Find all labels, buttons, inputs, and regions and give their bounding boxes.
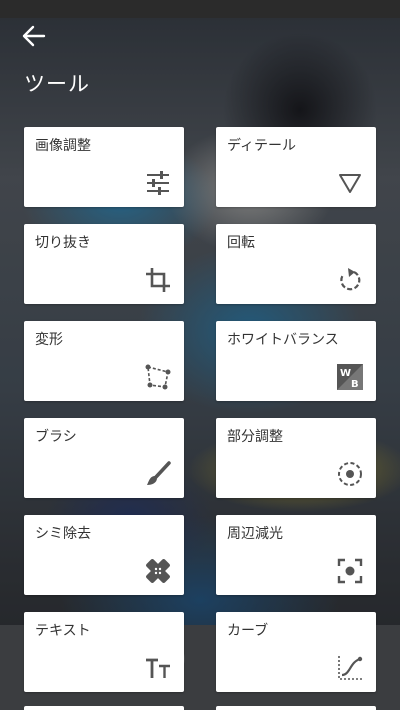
arrow-left-icon (22, 25, 46, 47)
brush-icon (144, 460, 172, 488)
tool-label: テキスト (35, 623, 91, 639)
tool-label: 画像調整 (35, 138, 91, 154)
back-button[interactable] (20, 22, 50, 50)
svg-text:W: W (340, 368, 351, 379)
tool-label: 回転 (227, 235, 255, 251)
curves-icon (336, 654, 364, 682)
rotate-icon (336, 266, 364, 294)
tool-card-brush[interactable]: ブラシ (24, 418, 184, 498)
next-row-card-peek (216, 706, 376, 710)
tool-card-transform[interactable]: 変形 (24, 321, 184, 401)
tune-sliders-icon (144, 169, 172, 197)
healing-bandage-icon (144, 557, 172, 585)
tool-card-text[interactable]: テキスト (24, 612, 184, 692)
tool-label: ホワイトバランス (227, 332, 339, 348)
tool-card-selective[interactable]: 部分調整 (216, 418, 376, 498)
tool-card-details[interactable]: ディテール (216, 127, 376, 207)
tool-card-white-balance[interactable]: ホワイトバランス W B (216, 321, 376, 401)
next-row-card-peek (24, 706, 184, 710)
tool-label: シミ除去 (35, 526, 91, 542)
tool-card-curves[interactable]: カーブ (216, 612, 376, 692)
tool-label: 切り抜き (35, 235, 91, 251)
text-icon (144, 654, 172, 682)
triangle-down-icon (336, 169, 364, 197)
tool-card-image-adjust[interactable]: 画像調整 (24, 127, 184, 207)
tool-label: 部分調整 (227, 429, 283, 445)
tool-label: ブラシ (35, 429, 77, 445)
tool-label: 周辺減光 (227, 526, 283, 542)
selective-adjust-icon (336, 460, 364, 488)
white-balance-icon: W B (336, 363, 364, 391)
status-bar (0, 0, 400, 18)
vignette-icon (336, 557, 364, 585)
perspective-icon (144, 363, 172, 391)
tool-label: ディテール (227, 138, 297, 154)
tool-card-healing[interactable]: シミ除去 (24, 515, 184, 595)
tool-card-crop[interactable]: 切り抜き (24, 224, 184, 304)
tool-label: 変形 (35, 332, 63, 348)
tool-card-vignette[interactable]: 周辺減光 (216, 515, 376, 595)
tool-card-rotate[interactable]: 回転 (216, 224, 376, 304)
crop-icon (144, 266, 172, 294)
svg-text:B: B (351, 379, 359, 390)
page-title: ツール (24, 72, 90, 96)
tool-label: カーブ (227, 623, 269, 639)
